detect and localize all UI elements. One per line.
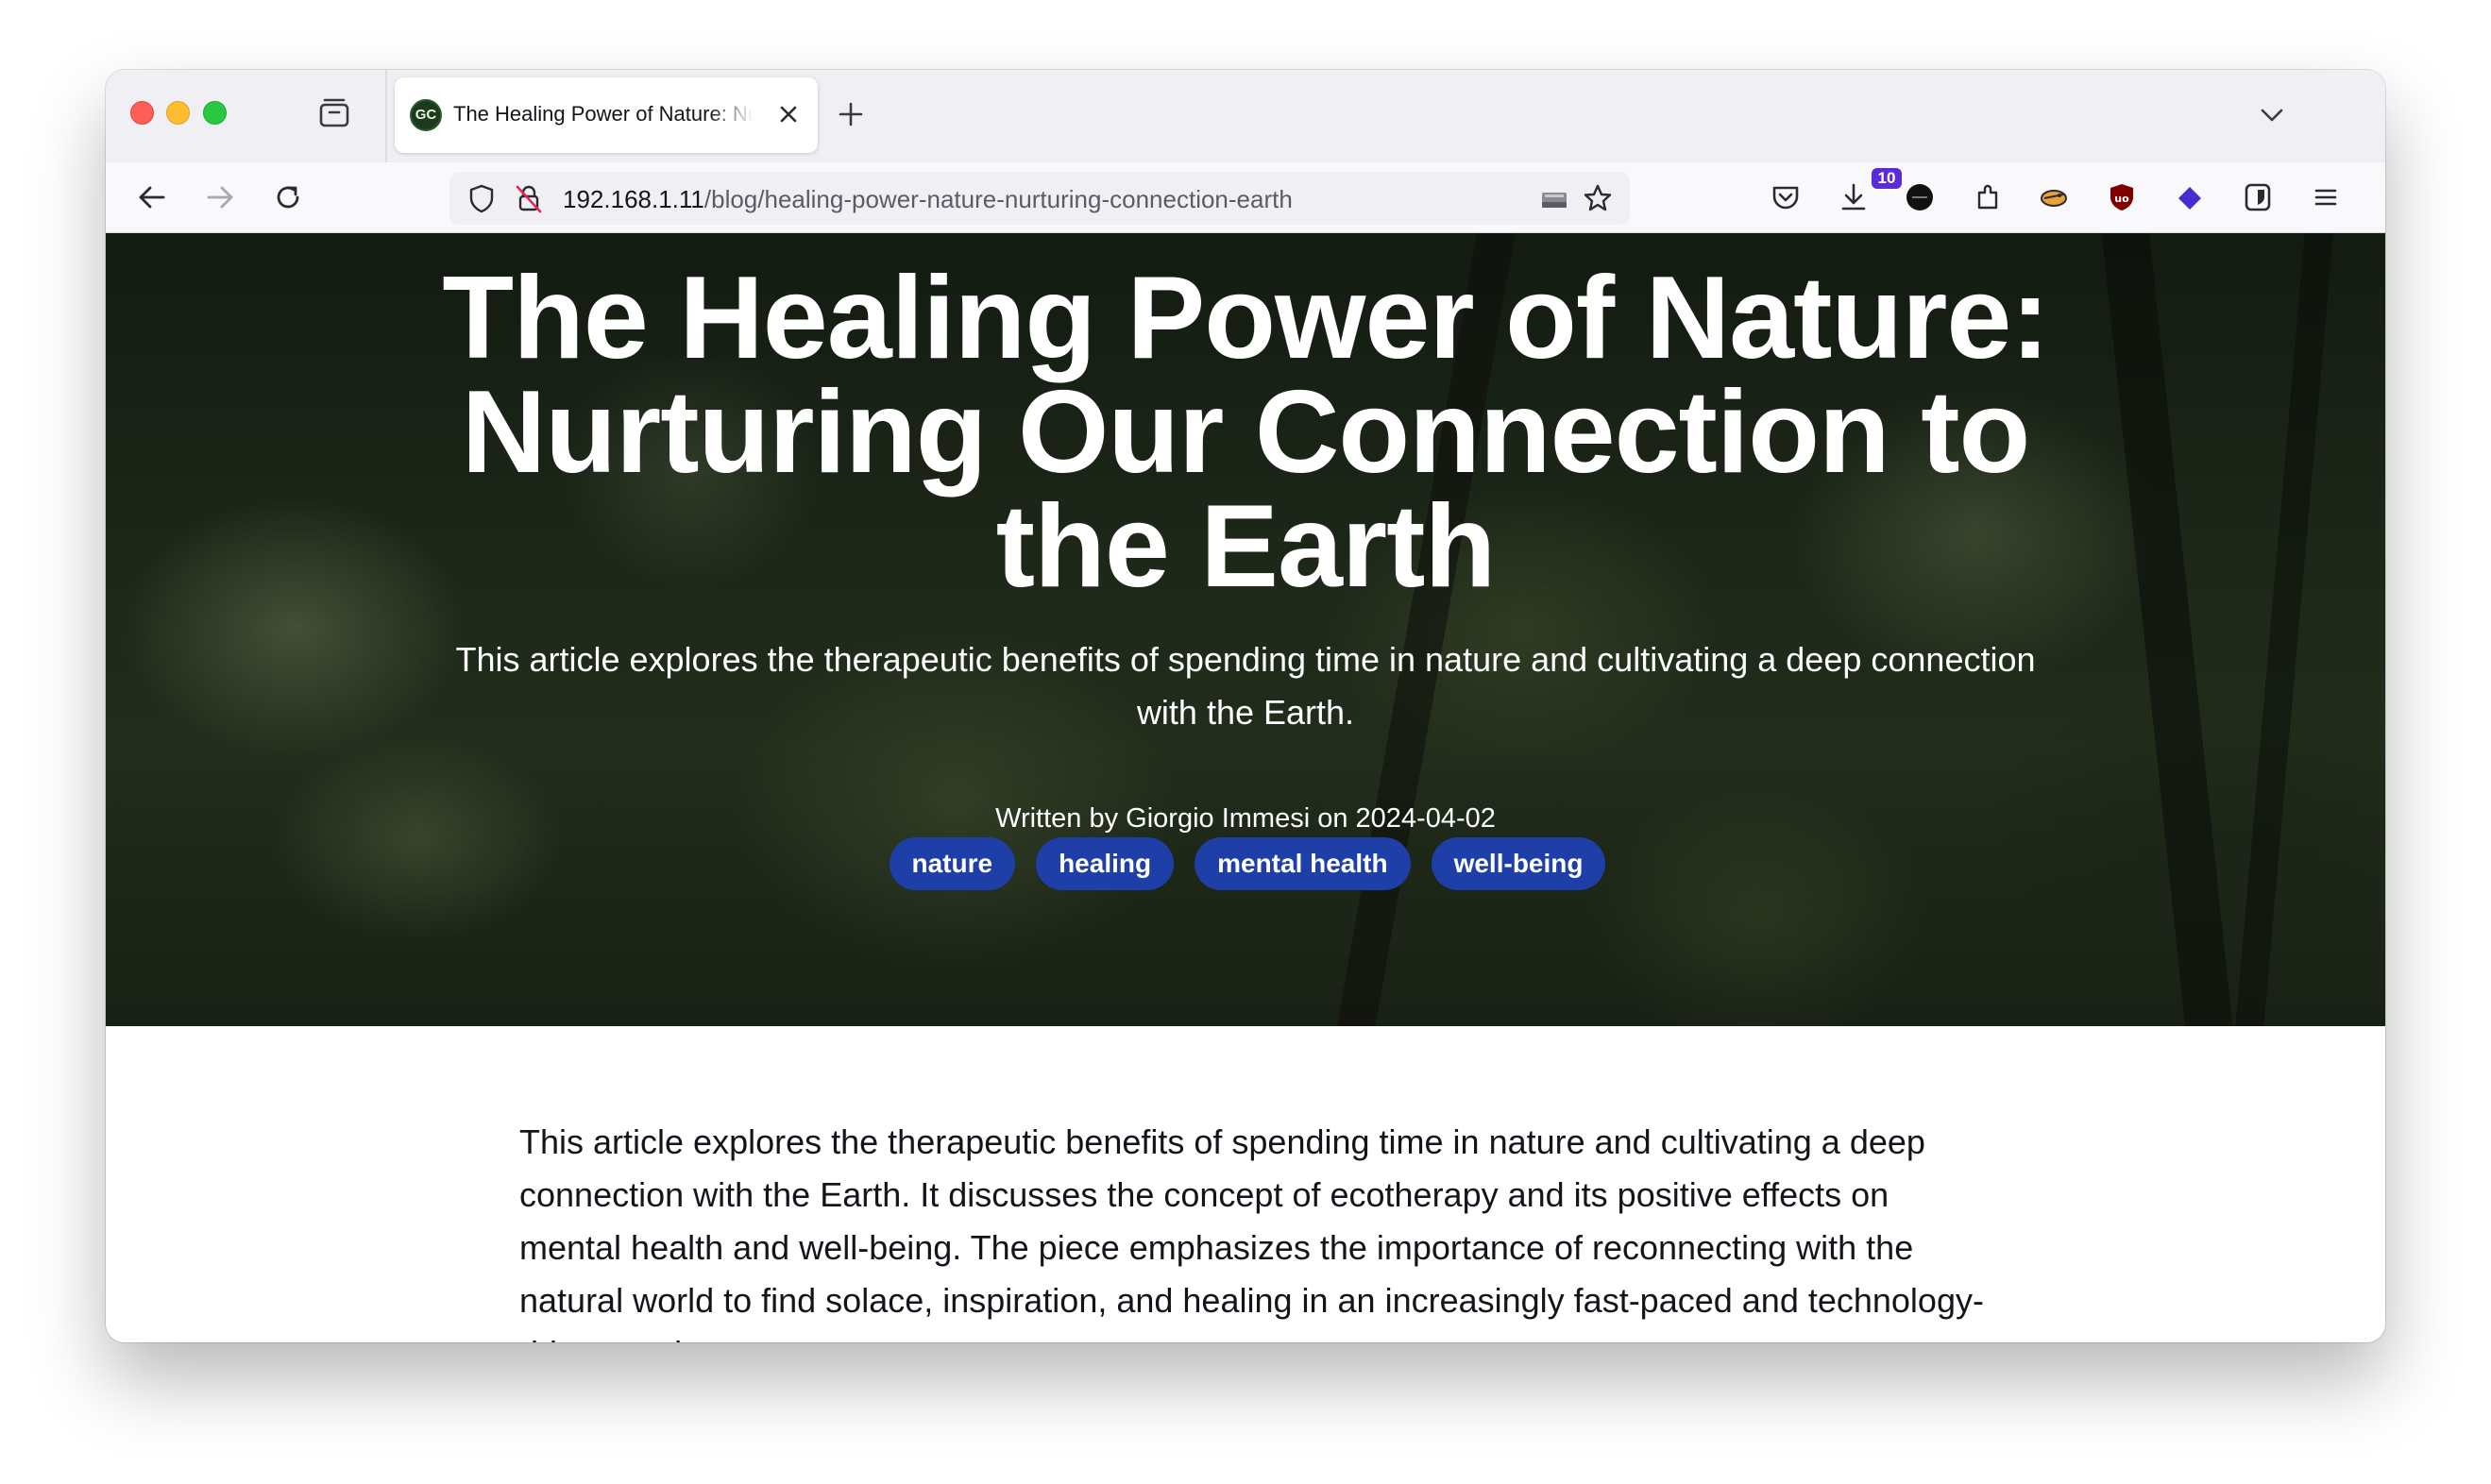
close-icon[interactable] [772, 98, 805, 130]
extensions-icon[interactable] [1968, 177, 2008, 217]
url-path: /blog/healing-power-nature-nurturing-con… [703, 185, 1293, 213]
tag-healing[interactable]: healing [1036, 837, 1175, 890]
forward-arrow-icon[interactable] [200, 177, 240, 217]
article-intro-paragraph: This article explores the therapeutic be… [519, 1122, 1984, 1342]
minimize-window-button[interactable] [166, 101, 190, 125]
tag-list: nature healing mental health well-being [106, 837, 2385, 890]
plus-icon[interactable] [835, 98, 867, 130]
tag-mental-health[interactable]: mental health [1195, 837, 1411, 890]
article-title: The Healing Power of Nature: Nurturing O… [442, 253, 2049, 612]
back-arrow-icon[interactable] [132, 177, 172, 217]
article-subtitle: This article explores the therapeutic be… [455, 640, 2036, 732]
hero-banner: The Healing Power of Nature: Nurturing O… [106, 233, 2385, 1026]
site-favicon: GC [410, 99, 442, 131]
star-icon[interactable] [1581, 181, 1615, 215]
close-window-button[interactable] [130, 101, 154, 125]
download-icon[interactable] [1834, 177, 1873, 217]
active-tab[interactable]: GC The Healing Power of Nature: Nurturin… [395, 77, 818, 153]
account-avatar-icon[interactable] [1900, 177, 1940, 217]
browser-window: GC The Healing Power of Nature: Nurturin… [106, 70, 2385, 1342]
navigation-toolbar: 192.168.1.11/blog/healing-power-nature-n… [106, 162, 2385, 233]
article-byline: Written by Giorgio Immesi on 2024-04-02 [995, 803, 1496, 834]
reload-icon[interactable] [268, 177, 308, 217]
diamond-extension-icon[interactable] [2170, 177, 2210, 217]
pocket-icon[interactable] [1766, 177, 1805, 217]
tab-title: The Healing Power of Nature: Nurturing O… [453, 102, 754, 126]
shield-icon[interactable] [465, 181, 499, 215]
menu-icon[interactable] [2306, 177, 2346, 217]
bitwarden-icon[interactable] [2238, 177, 2278, 217]
svg-text:uo: uo [2114, 193, 2129, 205]
tag-well-being[interactable]: well-being [1431, 837, 1606, 890]
maximize-window-button[interactable] [203, 101, 227, 125]
drive-icon[interactable] [1537, 181, 1571, 215]
article-body: This article explores the therapeutic be… [519, 1116, 1992, 1342]
address-bar[interactable]: 192.168.1.11/blog/healing-power-nature-n… [449, 172, 1630, 225]
url-host: 192.168.1.11 [563, 185, 704, 213]
tab-overview-icon[interactable] [315, 94, 353, 132]
insecure-lock-icon[interactable] [512, 181, 546, 215]
ublock-icon[interactable]: uo [2102, 177, 2142, 217]
tab-strip: GC The Healing Power of Nature: Nurturin… [106, 70, 2385, 162]
web-page: The Healing Power of Nature: Nurturing O… [106, 233, 2385, 1342]
tab-separator [385, 70, 387, 162]
tag-nature[interactable]: nature [889, 837, 1016, 890]
chevron-down-icon[interactable] [2255, 98, 2289, 132]
extension-badge: 10 [1872, 168, 1902, 189]
url-text: 192.168.1.11/blog/healing-power-nature-n… [563, 185, 1293, 214]
animal-extension-icon[interactable] [2034, 177, 2074, 217]
